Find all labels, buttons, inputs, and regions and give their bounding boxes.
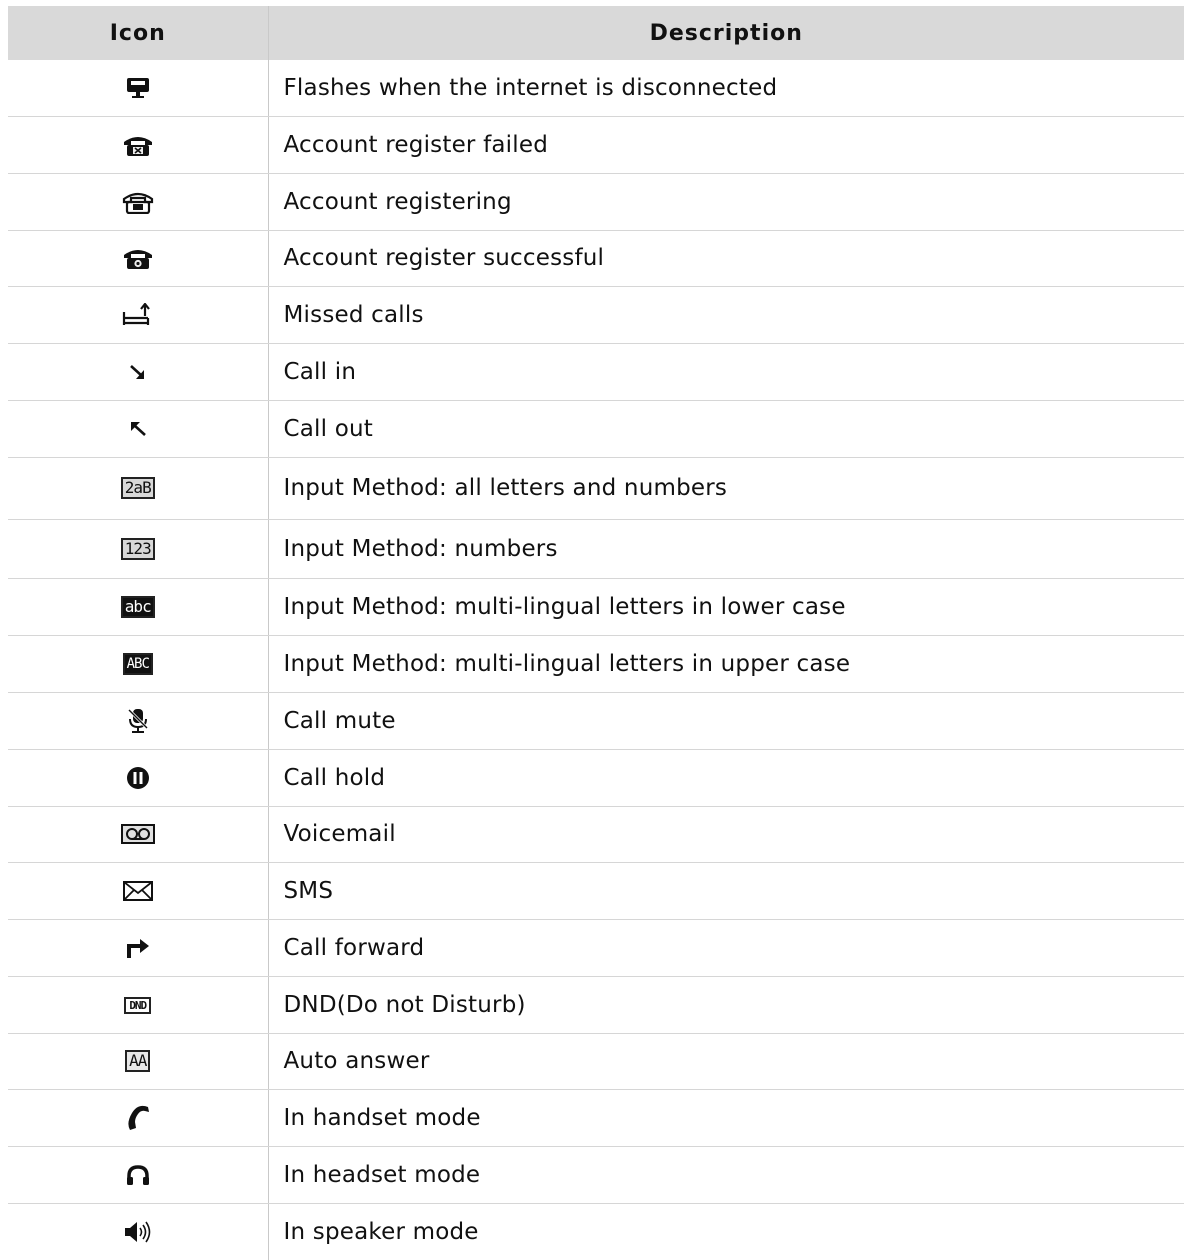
row-description: Auto answer bbox=[268, 1033, 1184, 1090]
input-abc-upper-icon: ABC bbox=[122, 652, 153, 675]
phone-registering-icon bbox=[122, 190, 154, 214]
table-row: Account registering bbox=[8, 173, 1184, 231]
table-row: Call hold bbox=[8, 749, 1184, 807]
table-row: Flashes when the internet is disconnecte… bbox=[8, 60, 1184, 117]
phone-register-success-icon bbox=[122, 246, 154, 270]
table-row: Account register successful bbox=[8, 230, 1184, 287]
row-description: Account register successful bbox=[268, 230, 1184, 287]
headset-icon bbox=[126, 1164, 150, 1186]
table-row: Call out bbox=[8, 400, 1184, 458]
table-header-row: Icon Description bbox=[8, 6, 1184, 60]
network-disconnected-icon bbox=[126, 77, 150, 99]
table-row: 2aB Input Method: all letters and number… bbox=[8, 457, 1184, 520]
table-row: Call in bbox=[8, 343, 1184, 401]
handset-icon bbox=[126, 1104, 150, 1132]
table-row: Voicemail bbox=[8, 806, 1184, 863]
microphone-mute-icon bbox=[126, 708, 150, 734]
row-description: In headset mode bbox=[268, 1146, 1184, 1204]
row-description: Input Method: multi-lingual letters in l… bbox=[268, 578, 1184, 636]
row-description: Input Method: numbers bbox=[268, 519, 1184, 579]
envelope-icon bbox=[122, 880, 153, 901]
row-description: In handset mode bbox=[268, 1089, 1184, 1147]
call-hold-icon bbox=[126, 766, 150, 790]
row-description: In speaker mode bbox=[283, 1218, 479, 1245]
table-row: 123 Input Method: numbers bbox=[8, 519, 1184, 579]
icon-description-table: Icon Description Flashes when the intern… bbox=[8, 6, 1184, 1260]
voicemail-icon bbox=[120, 824, 155, 845]
table-row: DND DND(Do not Disturb) bbox=[8, 976, 1184, 1034]
call-forward-icon bbox=[125, 937, 151, 959]
table-row: Call forward bbox=[8, 919, 1184, 977]
row-description: Input Method: multi-lingual letters in u… bbox=[268, 635, 1184, 693]
row-description: Account register failed bbox=[268, 116, 1184, 174]
table-row: abc Input Method: multi-lingual letters … bbox=[8, 578, 1184, 636]
row-description: Call mute bbox=[268, 692, 1184, 750]
auto-answer-icon: AA bbox=[125, 1050, 151, 1072]
row-description: SMS bbox=[268, 862, 1184, 920]
input-abc-lower-icon: abc bbox=[120, 595, 155, 618]
row-description: Call hold bbox=[268, 749, 1184, 807]
row-description: Voicemail bbox=[268, 806, 1184, 863]
dnd-icon: DND bbox=[124, 997, 152, 1014]
call-out-arrow-icon bbox=[128, 420, 148, 438]
table-row: In headset mode bbox=[8, 1146, 1184, 1204]
table-row: In speaker mode bbox=[8, 1203, 1184, 1260]
row-description: Call in bbox=[268, 343, 1184, 401]
row-description: DND(Do not Disturb) bbox=[268, 976, 1184, 1034]
missed-calls-icon bbox=[122, 302, 154, 327]
table-row: ABC Input Method: multi-lingual letters … bbox=[8, 635, 1184, 693]
speaker-icon bbox=[124, 1220, 152, 1244]
row-description: Flashes when the internet is disconnecte… bbox=[268, 60, 1184, 117]
table-row: Account register failed bbox=[8, 116, 1184, 174]
row-description: Input Method: all letters and numbers bbox=[268, 457, 1184, 520]
phone-register-failed-icon bbox=[122, 133, 154, 157]
input-2ab-icon: 2aB bbox=[120, 477, 155, 499]
row-description: Call forward bbox=[268, 919, 1184, 977]
table-row: AA Auto answer bbox=[8, 1033, 1184, 1090]
row-description: Missed calls bbox=[268, 286, 1184, 344]
table-row: Missed calls bbox=[8, 286, 1184, 344]
table-row: Call mute bbox=[8, 692, 1184, 750]
call-in-arrow-icon bbox=[128, 363, 148, 381]
table-row: SMS bbox=[8, 862, 1184, 920]
row-description: Account registering bbox=[268, 173, 1184, 231]
column-header-description: Description bbox=[268, 6, 1184, 60]
table-row: In handset mode bbox=[8, 1089, 1184, 1147]
column-header-icon: Icon bbox=[8, 6, 269, 60]
input-123-icon: 123 bbox=[120, 537, 155, 560]
row-description: Call out bbox=[268, 400, 1184, 458]
